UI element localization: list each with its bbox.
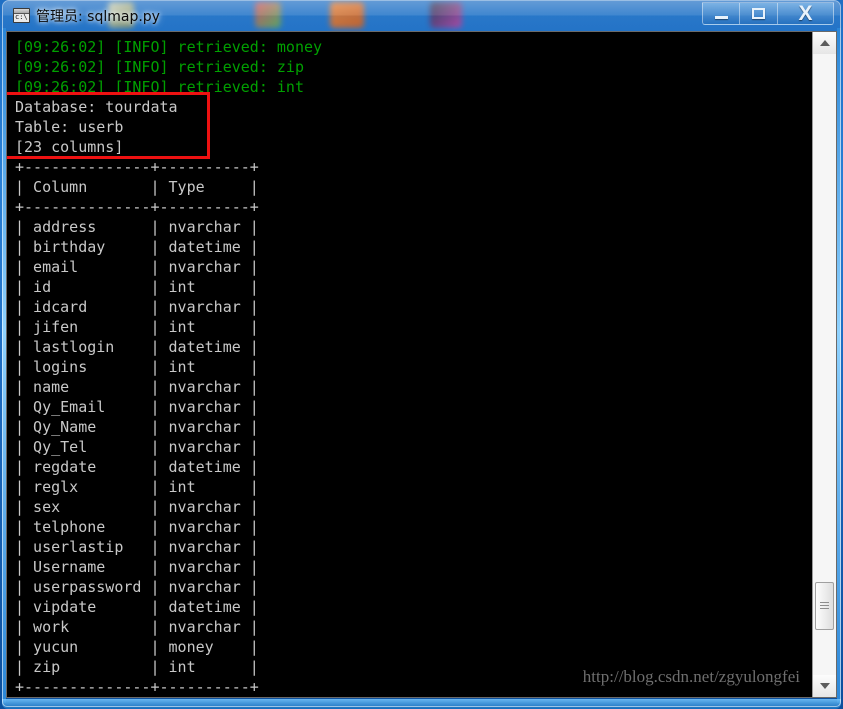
chevron-down-icon bbox=[819, 683, 830, 689]
window-right-edge bbox=[837, 28, 841, 703]
grip-icon bbox=[820, 600, 829, 611]
close-button[interactable]: X bbox=[778, 2, 834, 25]
chevron-up-icon bbox=[819, 40, 830, 46]
window-title: 管理员: sqlmap.py bbox=[36, 8, 160, 25]
scroll-up-button[interactable] bbox=[813, 32, 836, 54]
close-icon: X bbox=[798, 2, 813, 25]
title-bar[interactable]: 管理员: sqlmap.py X bbox=[3, 1, 840, 30]
minimize-icon bbox=[714, 15, 728, 19]
console-client-area: [09:26:02] [INFO] retrieved: money [09:2… bbox=[6, 31, 837, 698]
watermark-text: http://blog.csdn.net/zgyulongfei bbox=[582, 667, 800, 686]
window-bottom-edge bbox=[2, 699, 841, 709]
scroll-down-button[interactable] bbox=[813, 675, 836, 697]
vertical-scrollbar[interactable] bbox=[812, 32, 836, 697]
minimize-button[interactable] bbox=[702, 2, 740, 25]
console-output[interactable]: [09:26:02] [INFO] retrieved: money [09:2… bbox=[7, 32, 812, 697]
window-controls: X bbox=[702, 2, 834, 25]
console-text: [09:26:02] [INFO] retrieved: money [09:2… bbox=[15, 38, 323, 696]
scrollbar-track[interactable] bbox=[813, 54, 836, 675]
console-app-icon bbox=[13, 8, 30, 23]
scrollbar-thumb[interactable] bbox=[815, 581, 834, 630]
console-window: 管理员: sqlmap.py X [09:26:02] [INFO] retri… bbox=[0, 0, 843, 709]
maximize-icon bbox=[752, 8, 765, 19]
maximize-button[interactable] bbox=[740, 2, 778, 25]
